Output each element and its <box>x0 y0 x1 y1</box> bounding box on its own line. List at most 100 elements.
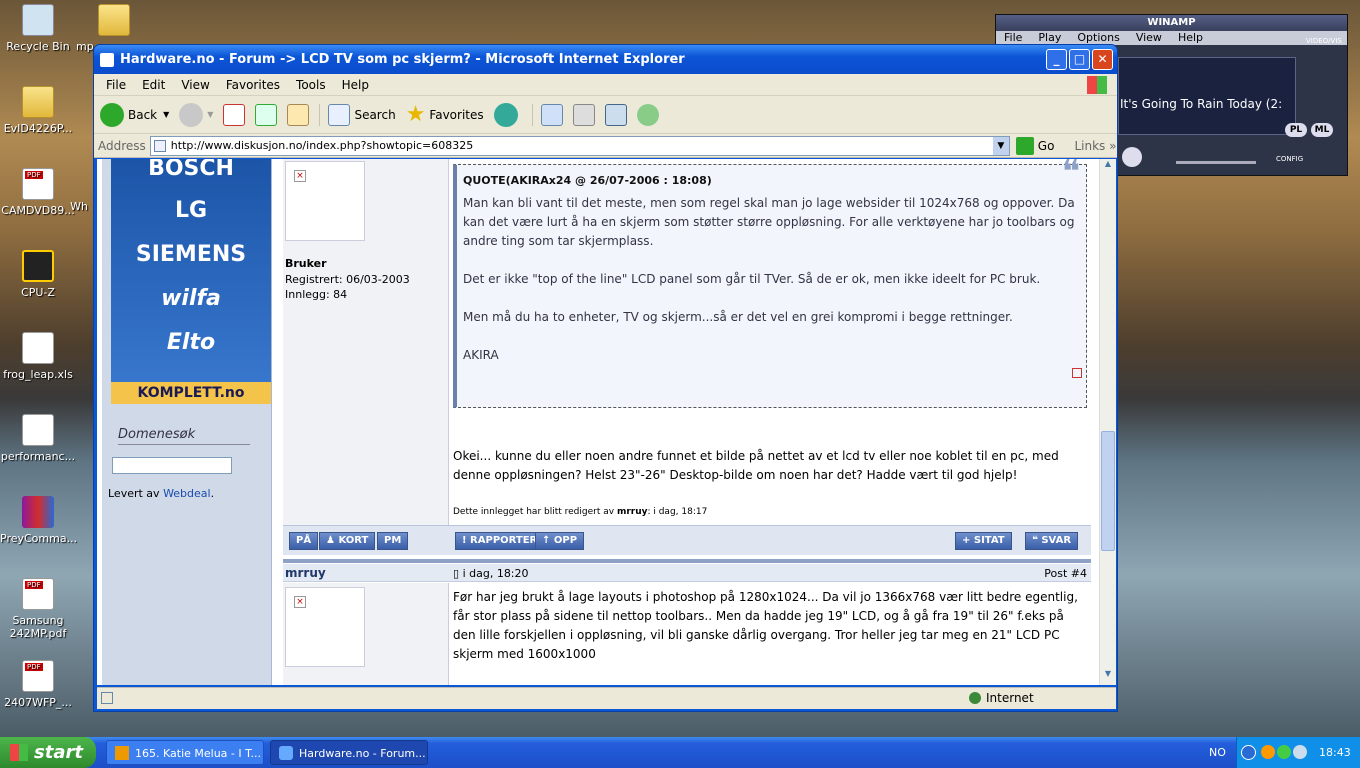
links-button[interactable]: Links » <box>1074 139 1116 153</box>
rapporter-button[interactable]: ! RAPPORTER <box>455 532 545 550</box>
desktop-icon-wh[interactable]: Wh <box>62 200 96 213</box>
vertical-scrollbar[interactable]: ▲ ▼ <box>1099 159 1116 685</box>
post-author[interactable]: mrruy <box>285 566 326 580</box>
winamp-pl-button[interactable]: PL <box>1285 123 1307 137</box>
home-button[interactable] <box>287 103 310 126</box>
winamp-display <box>1118 57 1296 135</box>
desktop-icon-2407wfp[interactable]: 2407WFP_... <box>0 660 76 709</box>
avatar: × <box>285 161 365 241</box>
start-button[interactable]: start <box>0 737 96 768</box>
edit-button[interactable] <box>604 103 627 126</box>
go-arrow-icon <box>1015 136 1034 155</box>
menu-file[interactable]: File <box>98 78 134 92</box>
winamp-menu-file[interactable]: File <box>1004 31 1022 45</box>
desktop-icon-cpuz[interactable]: CPU-Z <box>0 250 76 299</box>
svar-button[interactable]: ❝ SVAR <box>1025 532 1079 550</box>
edit-icon <box>604 103 627 126</box>
taskbar-task-winamp[interactable]: 165. Katie Melua - I T... <box>106 740 264 765</box>
ie-window: Hardware.no - Forum -> LCD TV som pc skj… <box>93 44 1118 712</box>
desktop-icon-evid[interactable]: EvID4226P... <box>0 86 76 135</box>
language-indicator[interactable]: NO <box>1209 737 1226 768</box>
excel-file-icon <box>22 332 54 364</box>
ie-toolbar: Back ▼ ▼ Search ★ Favorites <box>94 96 1117 134</box>
windows-logo-icon <box>10 744 28 761</box>
tray-icon[interactable] <box>1277 745 1291 759</box>
favorites-button[interactable]: ★ Favorites <box>406 102 484 127</box>
search-button[interactable]: Search <box>319 103 396 126</box>
desktop-icon-frog-leap[interactable]: frog_leap.xls <box>0 332 76 381</box>
scroll-thumb[interactable] <box>1101 431 1115 551</box>
winrar-archive-icon <box>22 496 54 528</box>
komplett-ad-banner[interactable]: BOSCH LG SIEMENS wilfa Elto KOMPLETT.no <box>111 159 271 404</box>
opp-button[interactable]: ↑ OPP <box>535 532 585 550</box>
address-input[interactable]: http://www.diskusjon.no/index.php?showto… <box>149 135 1010 156</box>
pa-button[interactable]: PÅ <box>289 532 319 550</box>
tray-icon[interactable] <box>1293 745 1307 759</box>
clock[interactable]: 18:43 <box>1319 737 1351 768</box>
winamp-menu-help[interactable]: Help <box>1178 31 1203 45</box>
home-icon <box>287 103 310 126</box>
pm-button[interactable]: PM <box>377 532 409 550</box>
menu-view[interactable]: View <box>173 78 217 92</box>
post-number[interactable]: Post #4 <box>1044 567 1087 580</box>
security-zone: Internet <box>986 691 1034 705</box>
user-icon: ♟ <box>326 535 339 546</box>
maximize-button[interactable]: □ <box>1069 49 1090 70</box>
messenger-button[interactable] <box>636 103 659 126</box>
tray-expand-icon[interactable] <box>1241 745 1256 760</box>
winamp-video-vis-label[interactable]: VIDEO/VIS <box>1306 37 1342 45</box>
domene-search-input[interactable] <box>112 457 232 474</box>
page-status-icon <box>101 692 113 704</box>
ad-komplett-logo: KOMPLETT.no <box>111 382 271 404</box>
winamp-menu-play[interactable]: Play <box>1038 31 1061 45</box>
winamp-config-button[interactable]: CONFIG <box>1276 155 1303 163</box>
stop-button[interactable] <box>223 103 246 126</box>
ie-title-bar[interactable]: Hardware.no - Forum -> LCD TV som pc skj… <box>94 45 1117 74</box>
desktop-icon-prey[interactable]: PreyComma... <box>0 496 77 545</box>
address-label: Address <box>98 138 146 153</box>
back-button[interactable]: Back ▼ <box>100 102 169 127</box>
desktop-icon-performance[interactable]: performanc... <box>0 414 76 463</box>
ie-page-icon <box>100 52 114 67</box>
ad-brand: Elto <box>166 330 216 355</box>
desktop-icon-samsung-pdf[interactable]: Samsung 242MP.pdf <box>0 578 76 640</box>
desktop-icon-recycle-bin[interactable]: Recycle Bin <box>0 4 76 53</box>
kort-button[interactable]: ♟ KORT <box>319 532 376 550</box>
winamp-volume-slider[interactable] <box>1176 161 1256 164</box>
taskbar-task-ie[interactable]: Hardware.no - Forum... <box>270 740 428 765</box>
post-body: Før har jeg brukt å lage layouts i photo… <box>453 590 1078 661</box>
report-icon[interactable] <box>1072 368 1082 378</box>
tray-icon[interactable] <box>1261 745 1275 759</box>
scroll-up-button[interactable]: ▲ <box>1100 159 1116 175</box>
cpu-chip-icon <box>22 250 54 282</box>
scroll-down-button[interactable]: ▼ <box>1100 669 1116 685</box>
menu-help[interactable]: Help <box>334 78 377 92</box>
menu-favorites[interactable]: Favorites <box>218 78 288 92</box>
winamp-menu-options[interactable]: Options <box>1077 31 1119 45</box>
forward-button[interactable]: ▼ <box>179 102 213 127</box>
address-dropdown-chevron-icon[interactable]: ▼ <box>992 136 1009 155</box>
sitat-button[interactable]: + SITAT <box>955 532 1012 550</box>
refresh-button[interactable] <box>255 103 278 126</box>
winamp-ml-button[interactable]: ML <box>1311 123 1333 137</box>
user-registered: Registrert: 06/03-2003 <box>285 273 410 286</box>
post-header <box>283 564 1091 582</box>
avatar: × <box>285 587 365 667</box>
menu-tools[interactable]: Tools <box>288 78 334 92</box>
menu-edit[interactable]: Edit <box>134 78 173 92</box>
webdeal-link[interactable]: Webdeal <box>163 487 211 500</box>
print-button[interactable] <box>572 103 595 126</box>
minimize-button[interactable]: _ <box>1046 49 1067 70</box>
winamp-play-button[interactable] <box>1122 147 1142 167</box>
history-button[interactable] <box>493 102 522 127</box>
pdf-icon <box>22 168 54 200</box>
mail-button[interactable] <box>531 103 563 126</box>
post-user-pane: × <box>283 583 449 685</box>
go-button[interactable]: Go <box>1015 136 1054 155</box>
zone-globe-icon <box>969 692 981 704</box>
winamp-title: WINAMP <box>996 15 1347 31</box>
mail-icon <box>540 103 563 126</box>
winamp-menu-view[interactable]: View <box>1136 31 1162 45</box>
close-button[interactable]: ✕ <box>1092 49 1113 70</box>
post-divider <box>283 559 1091 563</box>
